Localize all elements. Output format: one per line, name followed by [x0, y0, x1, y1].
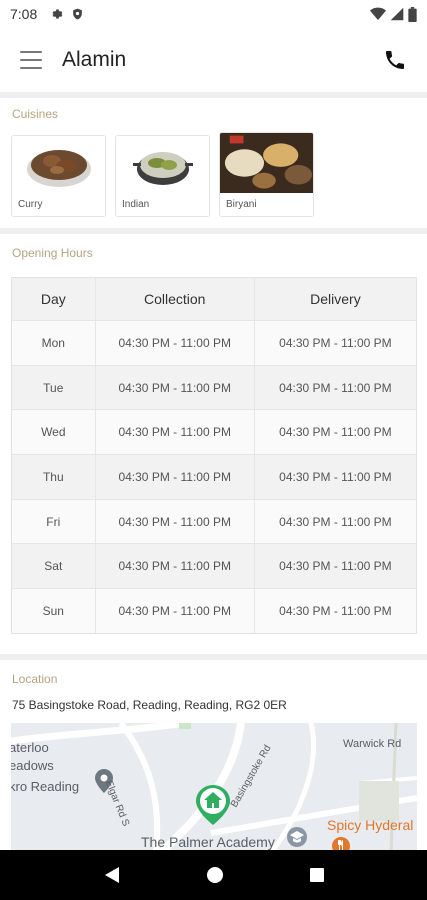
- map-label-reading: kro Reading: [11, 779, 80, 794]
- recents-icon[interactable]: [309, 867, 325, 883]
- day-cell: Sat: [44, 559, 63, 574]
- map-label-warwick-road: Warwick Rd: [343, 738, 402, 750]
- wifi-icon: [370, 7, 386, 21]
- cuisines-section-title: Cuisines: [12, 107, 59, 121]
- collection-hours-cell: 04:30 PM - 11:00 PM: [94, 544, 254, 589]
- day-cell: Mon: [41, 335, 65, 350]
- delivery-hours-cell: 04:30 PM - 11:00 PM: [253, 365, 416, 410]
- day-cell: Sun: [42, 603, 64, 618]
- menu-icon[interactable]: [20, 51, 42, 69]
- delivery-hours-cell: 04:30 PM - 11:00 PM: [253, 321, 416, 365]
- app-bar: Alamin: [0, 28, 427, 92]
- day-cell: Thu: [42, 469, 64, 484]
- status-time: 7:08: [10, 6, 38, 22]
- column-header-delivery: Delivery: [253, 278, 416, 320]
- location-map[interactable]: aterloo eadows kro Reading Elgar Rd S Ba…: [11, 723, 417, 853]
- cuisine-label: Biryani: [226, 199, 257, 210]
- address-text: 75 Basingstoke Road, Reading, Reading, R…: [12, 698, 287, 712]
- cuisine-card-indian[interactable]: Indian: [115, 135, 210, 217]
- day-cell: Wed: [41, 425, 66, 440]
- section-divider: [0, 228, 427, 234]
- column-header-collection: Collection: [94, 278, 254, 320]
- cuisine-label: Curry: [18, 199, 43, 210]
- phone-icon[interactable]: [383, 48, 407, 72]
- collection-hours-cell: 04:30 PM - 11:00 PM: [94, 455, 254, 499]
- system-navigation-bar: [0, 850, 427, 900]
- location-section-title: Location: [12, 672, 58, 686]
- opening-hours-table: Day Collection Delivery Mon 04:30 PM - 1…: [11, 277, 417, 634]
- delivery-hours-cell: 04:30 PM - 11:00 PM: [253, 455, 416, 499]
- collection-hours-cell: 04:30 PM - 11:00 PM: [94, 410, 254, 455]
- table-row: Tue 04:30 PM - 11:00 PM 04:30 PM - 11:00…: [12, 364, 416, 410]
- map-label-spicy-restaurant: Spicy Hyderal: [327, 817, 414, 833]
- map-label-palmer-academy: The Palmer Academy: [141, 834, 275, 850]
- table-header-row: Day Collection Delivery: [12, 278, 416, 320]
- collection-hours-cell: 04:30 PM - 11:00 PM: [94, 365, 254, 410]
- section-divider: [0, 92, 427, 98]
- table-row: Sun 04:30 PM - 11:00 PM 04:30 PM - 11:00…: [12, 588, 416, 633]
- table-row: Sat 04:30 PM - 11:00 PM 04:30 PM - 11:00…: [12, 543, 416, 589]
- battery-icon: [408, 6, 417, 22]
- cuisine-label: Indian: [122, 199, 150, 210]
- biryani-image: [220, 133, 313, 193]
- signal-icon: [390, 7, 404, 21]
- cuisine-card-curry[interactable]: Curry: [11, 135, 106, 217]
- map-label-meadows: eadows: [11, 758, 54, 773]
- column-header-day: Day: [40, 291, 66, 307]
- home-location-pin-icon[interactable]: [196, 785, 230, 825]
- opening-hours-section-title: Opening Hours: [12, 246, 93, 260]
- settings-gear-icon: [52, 9, 63, 19]
- cuisine-card-biryani[interactable]: Biryani: [219, 132, 314, 217]
- collection-hours-cell: 04:30 PM - 11:00 PM: [94, 499, 254, 544]
- shield-icon: [73, 8, 83, 20]
- delivery-hours-cell: 04:30 PM - 11:00 PM: [253, 589, 416, 633]
- delivery-hours-cell: 04:30 PM - 11:00 PM: [253, 410, 416, 455]
- day-cell: Tue: [43, 380, 64, 395]
- map-label-waterloo: aterloo: [11, 740, 49, 755]
- section-divider: [0, 654, 427, 660]
- home-icon[interactable]: [206, 866, 224, 884]
- day-cell: Fri: [46, 514, 61, 529]
- page-title: Alamin: [62, 48, 127, 71]
- curry-image: [12, 136, 105, 194]
- back-icon[interactable]: [103, 866, 121, 884]
- table-row: Mon 04:30 PM - 11:00 PM 04:30 PM - 11:00…: [12, 320, 416, 365]
- collection-hours-cell: 04:30 PM - 11:00 PM: [94, 589, 254, 633]
- table-row: Wed 04:30 PM - 11:00 PM 04:30 PM - 11:00…: [12, 409, 416, 455]
- table-row: Thu 04:30 PM - 11:00 PM 04:30 PM - 11:00…: [12, 454, 416, 499]
- school-icon: [287, 827, 307, 847]
- table-row: Fri 04:30 PM - 11:00 PM 04:30 PM - 11:00…: [12, 498, 416, 544]
- delivery-hours-cell: 04:30 PM - 11:00 PM: [253, 499, 416, 544]
- delivery-hours-cell: 04:30 PM - 11:00 PM: [253, 544, 416, 589]
- indian-image: [116, 136, 209, 194]
- status-bar: 7:08: [0, 0, 427, 28]
- collection-hours-cell: 04:30 PM - 11:00 PM: [94, 321, 254, 365]
